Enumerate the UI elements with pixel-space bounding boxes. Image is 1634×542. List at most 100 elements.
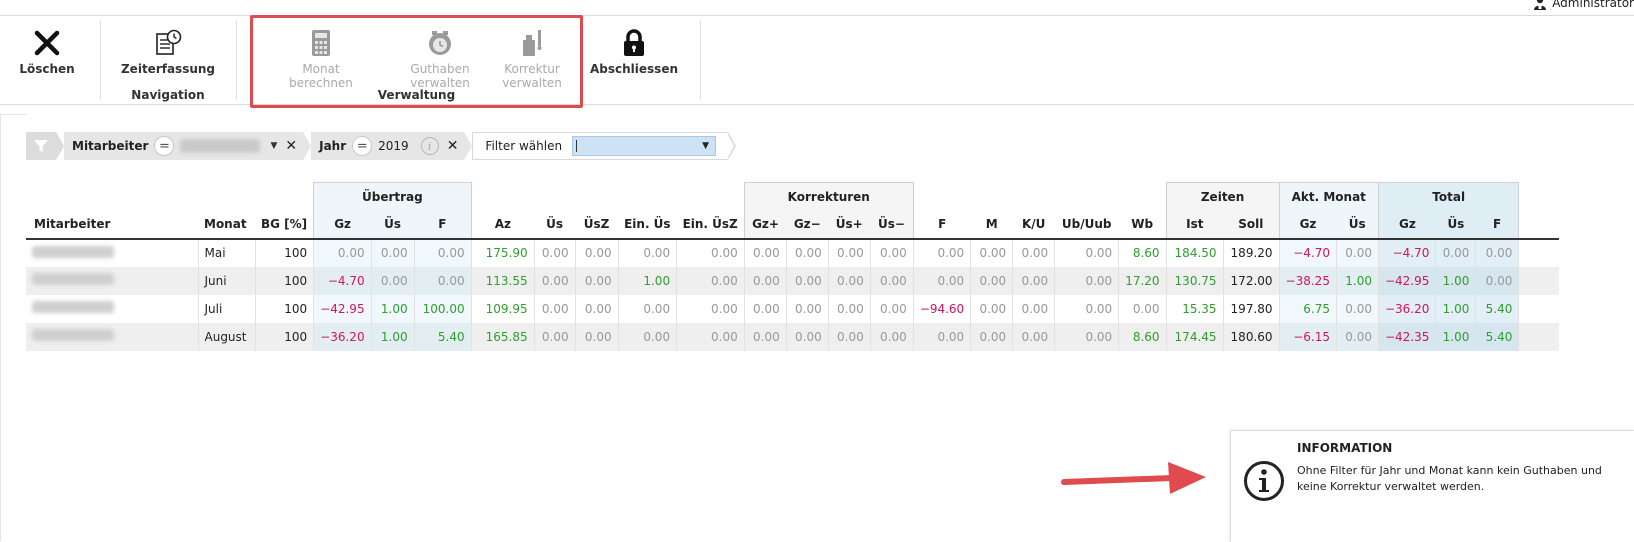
filter-choose-label: Filter wählen [485,139,563,153]
col-us-plus[interactable]: Üs+ [828,210,871,240]
col-to-gz[interactable]: Gz [1378,210,1436,240]
cell: 0.00 [533,294,576,323]
highlight-box [250,15,583,108]
cell: −4.70 [1278,238,1337,267]
col-ak-gz[interactable]: Gz [1279,210,1337,240]
cell: 0.00 [1054,322,1119,351]
filter-select[interactable]: ▼ [572,136,717,156]
cell: 0.00 [1475,266,1519,295]
table-row[interactable]: Juni 100 −4.70 0.00 0.00 113.55 0.00 0.0… [26,266,1559,295]
timesheet-icon [156,29,182,55]
cell: 0.00 [869,294,914,323]
remove-filter-icon[interactable]: ✕ [285,138,297,154]
cell: 180.60 [1222,322,1280,351]
employee-name-redacted [32,245,114,258]
cell: 197.80 [1222,294,1280,323]
information-text: Ohne Filter für Jahr und Monat kann kein… [1297,464,1602,493]
col-ist[interactable]: Ist [1165,210,1224,240]
group-spacer [1519,183,1559,211]
timesheet-button[interactable]: Zeiterfassung [121,26,215,76]
col-f[interactable]: F [913,210,971,240]
col-usz[interactable]: ÜsZ [575,210,619,240]
col-ak-us[interactable]: Üs [1336,210,1379,240]
month-cell: August [197,322,255,351]
cell: 0.00 [827,266,871,295]
funnel-icon [34,140,48,152]
col-ein-us[interactable]: Ein. Üs [618,210,677,240]
cell: −36.20 [313,322,372,351]
filter-year[interactable]: Jahr = 2019 i ✕ [311,132,465,160]
col-us[interactable]: Üs [534,210,576,240]
table-row[interactable]: August 100 −36.20 1.00 5.40 165.85 0.00 … [26,322,1559,351]
col-gz-plus[interactable]: Gz+ [743,210,787,240]
group-spacer [26,183,314,211]
col-to-f[interactable]: F [1475,210,1520,240]
cell: 0.00 [743,238,787,267]
cell: −42.95 [1377,266,1436,295]
user-menu[interactable]: Administrator [1534,0,1634,12]
col-ub-f[interactable]: F [414,210,472,240]
group-spacer [913,183,1166,211]
annotation-arrow [1061,462,1206,494]
close-month-button[interactable]: Abschliessen [590,26,678,76]
cell: 8.60 [1118,238,1167,267]
col-az[interactable]: Az [471,210,535,240]
cell: −4.70 [313,266,372,295]
cell: 0.00 [574,266,619,295]
col-mitarbeiter[interactable]: Mitarbeiter [26,210,198,240]
col-m[interactable]: M [970,210,1013,240]
navigation-group-label: Navigation [131,88,205,102]
cell: 0.00 [370,238,415,267]
cell-tail [1518,322,1559,351]
close-icon [34,30,60,56]
cell: 1.00 [617,266,677,295]
col-us-minus[interactable]: Üs− [870,210,914,240]
cell: 0.00 [912,322,971,351]
employee-cell [26,322,198,351]
bg-cell: 100 [254,322,314,351]
col-ub-us[interactable]: Üs [371,210,415,240]
col-ub-uub[interactable]: Ub/Uub [1054,210,1119,240]
lock-icon [624,29,644,56]
filter-toggle[interactable] [26,132,56,160]
cell: 0.00 [413,238,472,267]
month-cell: Juli [197,294,255,323]
cell: 175.90 [470,238,535,267]
column-header-row: Mitarbeiter Monat BG [%] Gz Üs F Az Üs Ü… [26,210,1559,240]
table-row[interactable]: Juli 100 −42.95 1.00 100.00 109.95 0.00 … [26,294,1559,323]
cell: 1.00 [370,322,415,351]
top-bar: Administrator [0,0,1634,16]
col-wb[interactable]: Wb [1118,210,1167,240]
col-to-us[interactable]: Üs [1435,210,1476,240]
cell: 0.00 [574,238,619,267]
employee-cell [26,266,198,295]
table-row[interactable]: Mai 100 0.00 0.00 0.00 175.90 0.00 0.00 … [26,238,1559,267]
col-soll[interactable]: Soll [1223,210,1280,240]
cell: 0.00 [869,238,914,267]
filter-employee[interactable]: Mitarbeiter = ▼ ✕ [64,132,304,160]
cell: 0.00 [970,238,1013,267]
time-table: Übertrag Korrekturen Zeiten Akt. Monat T… [26,182,1559,351]
group-total: Total [1377,182,1520,211]
remove-filter-icon[interactable]: ✕ [447,138,459,154]
delete-button[interactable]: Löschen [19,26,75,76]
cell: 0.00 [676,238,745,267]
filter-add[interactable]: Filter wählen ▼ [472,132,729,160]
cell: −38.25 [1278,266,1337,295]
cell: 0.00 [970,266,1013,295]
col-monat[interactable]: Monat [198,210,255,240]
col-ein-usz[interactable]: Ein. ÜsZ [676,210,745,240]
chevron-down-icon[interactable]: ▼ [270,141,277,151]
col-gz-minus[interactable]: Gz− [786,210,829,240]
cell: 0.00 [413,266,472,295]
cell: 0.00 [1335,294,1379,323]
user-icon [1534,0,1547,10]
col-ku[interactable]: K/U [1012,210,1055,240]
cell: 0.00 [1054,266,1119,295]
employee-name-redacted [32,329,114,341]
cell: 0.00 [743,294,787,323]
col-ub-gz[interactable]: Gz [313,210,372,240]
cell: 113.55 [470,266,535,295]
employee-cell [26,238,198,267]
col-bg[interactable]: BG [%] [255,210,314,240]
